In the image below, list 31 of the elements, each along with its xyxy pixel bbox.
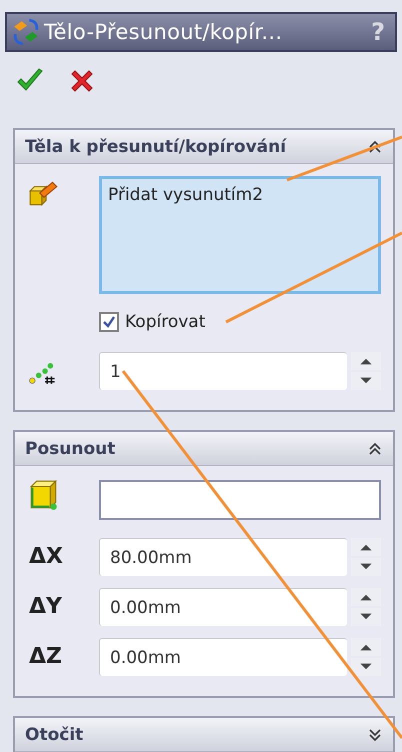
axis-label: ΔZ bbox=[28, 643, 63, 671]
spin-down-button[interactable] bbox=[351, 372, 381, 390]
collapse-icon[interactable] bbox=[367, 138, 383, 154]
spin-down-button[interactable] bbox=[351, 658, 381, 676]
selection-list[interactable]: Přidat vysunutím2 bbox=[99, 176, 381, 294]
number-field[interactable]: 0.00mm bbox=[99, 638, 347, 676]
spin-up-button[interactable] bbox=[351, 588, 381, 606]
spin-up-button[interactable] bbox=[351, 352, 381, 370]
section-header[interactable]: Posunout bbox=[15, 432, 393, 466]
number-field[interactable]: 1 bbox=[99, 352, 347, 390]
spin-down-button[interactable] bbox=[351, 558, 381, 576]
spin-up-button[interactable] bbox=[351, 538, 381, 556]
section-header[interactable]: Těla k přesunutí/kopírování bbox=[15, 130, 393, 164]
list-item[interactable]: Přidat vysunutím2 bbox=[108, 185, 372, 205]
section-title: Těla k přesunutí/kopírování bbox=[25, 136, 286, 156]
expand-icon[interactable] bbox=[367, 726, 383, 742]
axis-label: ΔX bbox=[28, 543, 64, 571]
arrows-icon bbox=[11, 17, 41, 47]
section-title: Posunout bbox=[25, 438, 116, 458]
checkbox[interactable] bbox=[99, 312, 119, 332]
spin-up-button[interactable] bbox=[351, 638, 381, 656]
number-field[interactable]: 0.00mm bbox=[99, 588, 347, 626]
collapse-icon[interactable] bbox=[367, 440, 383, 456]
checkbox-label: Kopírovat bbox=[125, 312, 206, 332]
section-header[interactable]: Otočit bbox=[15, 718, 393, 752]
window-title: Tělo-Přesunout/kopír... bbox=[44, 20, 284, 44]
selection-box[interactable] bbox=[99, 480, 381, 520]
section-title: Otočit bbox=[25, 724, 84, 744]
spin-down-button[interactable] bbox=[351, 608, 381, 626]
axis-label: ΔY bbox=[28, 593, 63, 621]
number-field[interactable]: 80.00mm bbox=[99, 538, 347, 576]
